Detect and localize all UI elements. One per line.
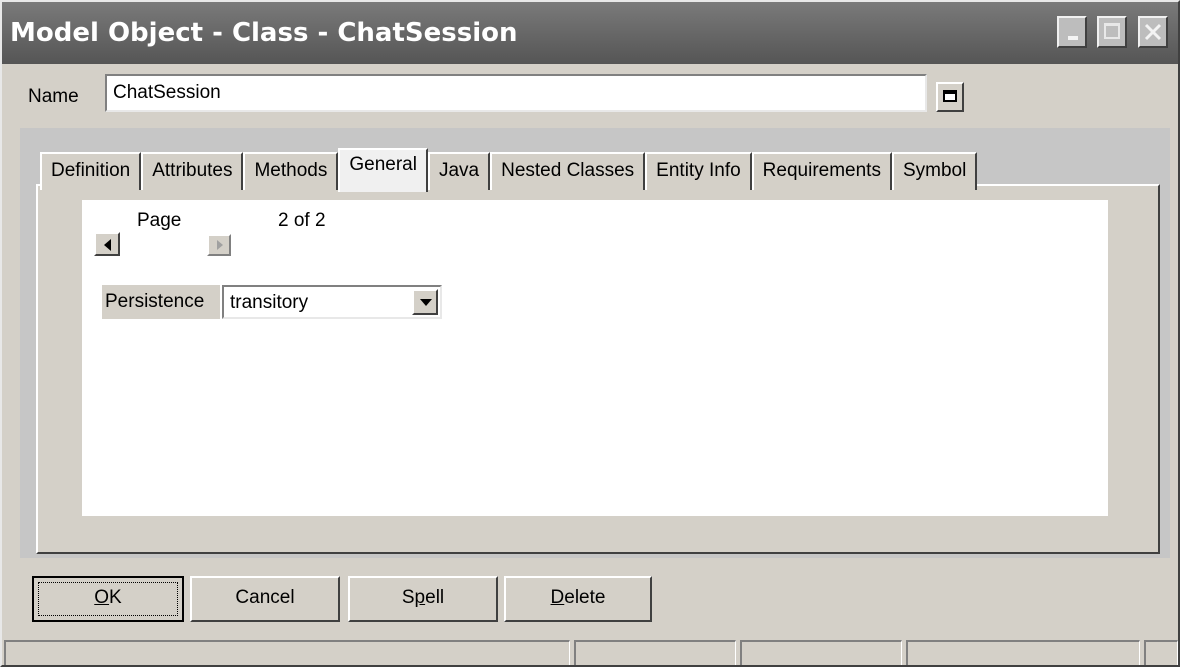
status-bar [2, 638, 1178, 665]
cancel-button[interactable]: Cancel [190, 576, 340, 622]
tab-definition[interactable]: Definition [40, 152, 142, 190]
tab-java[interactable]: Java [427, 152, 491, 190]
maximize-icon [1104, 23, 1120, 39]
close-button[interactable] [1138, 16, 1168, 48]
tab-general[interactable]: General [338, 148, 428, 192]
tab-nested-classes[interactable]: Nested Classes [490, 152, 646, 190]
title-bar[interactable]: Model Object - Class - ChatSession [2, 2, 1178, 64]
expand-name-button[interactable] [936, 82, 964, 112]
spell-label-rest: ell [425, 587, 445, 608]
minimize-button[interactable] [1057, 16, 1087, 48]
persistence-select[interactable]: transitory [222, 285, 442, 319]
arrow-left-icon [104, 239, 111, 251]
ok-button[interactable]: OK [32, 576, 184, 622]
chevron-down-icon [420, 299, 432, 306]
status-cell [4, 640, 570, 665]
tab-requirements[interactable]: Requirements [751, 152, 892, 190]
spell-accel: p [414, 587, 426, 608]
general-page [82, 200, 1108, 516]
delete-accel: D [550, 587, 565, 608]
arrow-right-icon [217, 240, 223, 250]
tab-symbol[interactable]: Symbol [891, 152, 978, 190]
name-label: Name [28, 86, 79, 107]
window-title: Model Object - Class - ChatSession [10, 18, 518, 48]
status-cell [1144, 640, 1178, 665]
tab-methods[interactable]: Methods [243, 152, 339, 190]
tab-entity-info[interactable]: Entity Info [645, 152, 752, 190]
close-icon [1144, 23, 1162, 41]
maximize-button[interactable] [1097, 16, 1127, 48]
name-input[interactable]: ChatSession [105, 74, 927, 112]
tab-attributes[interactable]: Attributes [141, 152, 244, 190]
spell-button[interactable]: Spell [348, 576, 498, 622]
dialog-window: Model Object - Class - ChatSession Name … [0, 0, 1180, 667]
spell-label-pre: S [401, 587, 415, 608]
status-cell [574, 640, 736, 665]
delete-button[interactable]: Delete [504, 576, 652, 622]
ok-accel: O [94, 587, 110, 608]
persistence-value: transitory [230, 292, 309, 313]
ok-label-rest: K [109, 587, 122, 608]
delete-label-rest: elete [564, 587, 606, 608]
page-label: Page [137, 210, 182, 231]
persistence-label: Persistence [102, 285, 220, 319]
minimize-icon [1068, 36, 1078, 40]
page-count: 2 of 2 [278, 210, 326, 231]
persistence-dropdown-button[interactable] [412, 289, 438, 315]
window-icon [943, 90, 957, 102]
status-cell [740, 640, 902, 665]
page-prev-button[interactable] [94, 232, 120, 256]
tab-strip: Definition Attributes Methods General Ja… [40, 148, 978, 192]
status-cell [906, 640, 1140, 665]
page-next-button[interactable] [207, 234, 231, 256]
